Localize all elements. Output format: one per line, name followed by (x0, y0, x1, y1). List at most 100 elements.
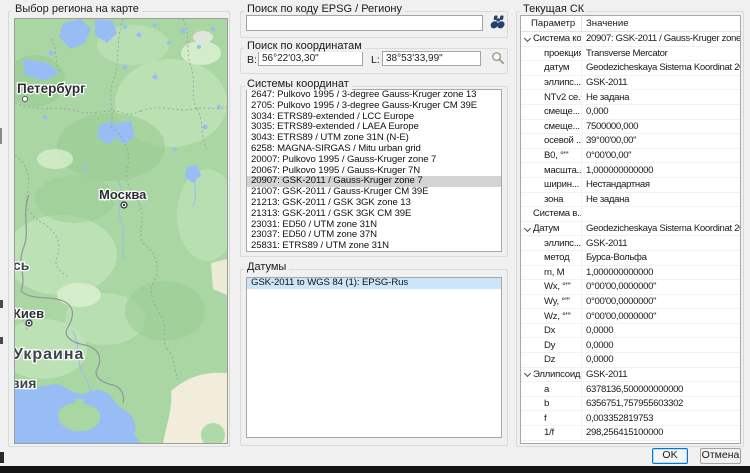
datum-list[interactable]: GSK-2011 to WGS 84 (1): EPSG-Rus (246, 277, 502, 438)
list-item[interactable]: 6258: MAGNA-SIRGAS / Mitu urban grid (247, 144, 501, 155)
param-name: эллипс... (544, 238, 581, 249)
longitude-input[interactable] (382, 51, 481, 66)
current-crs-rows: Система ко...20907: GSK-2011 / Gauss-Kru… (521, 32, 740, 444)
current-crs-table-header: Параметр Значение (521, 16, 740, 32)
list-item[interactable]: GSK-2011 to WGS 84 (1): EPSG-Rus (247, 278, 501, 289)
param-name: Wx, °'" (544, 281, 571, 292)
chevron-down-icon[interactable] (523, 34, 532, 43)
param-row[interactable]: зона Не задана (521, 193, 740, 208)
param-row[interactable]: ДатумGeodezicheskaya Sistema Koordinat 2… (521, 222, 740, 237)
param-value: 0°00'00,0000000" (582, 281, 740, 292)
param-name: 1/f (544, 427, 554, 438)
cancel-button[interactable]: Отмена (700, 448, 741, 464)
param-value: GSK-2011 (582, 77, 740, 88)
param-row[interactable]: f 0,003352819753 (521, 411, 740, 426)
param-row[interactable]: B0, °'"0°00'00,00" (521, 149, 740, 164)
param-value: 39°00'00,00" (582, 135, 740, 146)
chevron-down-icon[interactable] (523, 370, 532, 379)
param-row[interactable]: эллипс...GSK-2011 (521, 236, 740, 251)
coord-search-button[interactable] (491, 51, 505, 65)
screen-edge-artifact (0, 128, 2, 144)
map-label-belarus-part: сь (15, 257, 30, 273)
column-header-value[interactable]: Значение (582, 16, 629, 31)
param-name: Wy, °'" (544, 296, 570, 307)
column-header-parameter[interactable]: Параметр (521, 16, 582, 31)
list-item[interactable]: 21007: GSK-2011 / Gauss-Kruger CM 39E (247, 187, 501, 198)
map-label-ukraine: Украина (15, 346, 84, 363)
param-row[interactable]: e0,081819301547 (521, 441, 740, 444)
list-item[interactable]: 2647: Pulkovo 1995 / 3-degree Gauss-Krug… (247, 90, 501, 101)
param-value: 1,000000000000 (582, 165, 740, 176)
latitude-label: B: (247, 54, 257, 66)
list-item[interactable]: 20007: Pulkovo 1995 / Gauss-Kruger zone … (247, 155, 501, 166)
param-row[interactable]: Система в... (521, 207, 740, 222)
crs-list[interactable]: 2647: Pulkovo 1995 / 3-degree Gauss-Krug… (246, 89, 502, 252)
param-row[interactable]: NTv2 се...Не задана (521, 90, 740, 105)
param-row[interactable]: Wx, °'" 0°00'00,0000000" (521, 280, 740, 295)
list-item[interactable]: 3043: ETRS89 / UTM zone 31N (N-E) (247, 133, 501, 144)
param-name: проекция (544, 48, 582, 59)
param-row[interactable]: проекцияTransverse Mercator (521, 47, 740, 62)
param-value: 0,003352819753 (582, 413, 740, 424)
binoculars-search-button[interactable] (488, 14, 506, 31)
epsg-search-title: Поиск по коду EPSG / Региону (244, 3, 405, 15)
region-map[interactable]: Петербург Москва сь Киев Украина вия (14, 18, 228, 444)
param-row[interactable]: смеще...7500000,000 (521, 120, 740, 135)
latitude-input[interactable] (258, 51, 363, 66)
param-row[interactable]: 1/f298,256415100000 (521, 426, 740, 441)
param-name: Система ко... (533, 33, 582, 44)
param-row[interactable]: методБурса-Вольфа (521, 251, 740, 266)
param-name: NTv2 се... (544, 92, 582, 103)
datums-title: Датумы (244, 261, 289, 273)
param-row[interactable]: эллипс...GSK-2011 (521, 76, 740, 91)
param-value: Нестандартная (582, 179, 740, 190)
list-item[interactable]: 21313: GSK-2011 / GSK 3GK CM 39E (247, 209, 501, 220)
map-label-kiev: Киев (15, 306, 44, 321)
param-row[interactable]: a6378136,500000000000 (521, 382, 740, 397)
param-row[interactable]: b6356751,757955603302 (521, 397, 740, 412)
param-row[interactable]: осевой ...39°00'00,00" (521, 134, 740, 149)
param-name: ширин... (544, 179, 579, 190)
param-row[interactable]: m, M1,000000000000 (521, 266, 740, 281)
param-row[interactable]: Dy0,0000 (521, 338, 740, 353)
param-name: датум (544, 62, 569, 73)
param-row[interactable]: Dz0,0000 (521, 353, 740, 368)
list-item[interactable]: 3035: ETRS89-extended / LAEA Europe (247, 122, 501, 133)
param-row[interactable]: Система ко...20907: GSK-2011 / Gauss-Kru… (521, 32, 740, 47)
param-value: 0,0000 (582, 340, 740, 351)
param-name: зона (544, 194, 563, 205)
crs-list-title: Системы координат (244, 78, 352, 90)
list-item[interactable]: 3034: ETRS89-extended / LCC Europe (247, 112, 501, 123)
current-crs-table[interactable]: Параметр Значение Система ко...20907: GS… (520, 15, 741, 444)
param-row[interactable]: ЭллипсоидGSK-2011 (521, 368, 740, 383)
param-name: f (544, 413, 546, 424)
petersburg-marker-icon (22, 96, 27, 101)
param-value: Не задана (582, 194, 740, 205)
param-name: Dx (544, 325, 555, 336)
param-row[interactable]: Wz, °'"0°00'00,0000000" (521, 309, 740, 324)
param-value: 6356751,757955603302 (582, 398, 740, 409)
param-row[interactable]: смеще...0,000 (521, 105, 740, 120)
screen-edge-artifact (0, 337, 3, 344)
param-value: 0,000 (582, 106, 740, 117)
param-row[interactable]: масшта...1,000000000000 (521, 163, 740, 178)
list-item[interactable]: 20067: Pulkovo 1995 / Gauss-Kruger 7N (247, 166, 501, 177)
epsg-search-input[interactable] (246, 15, 483, 31)
crs-selection-dialog: Выбор региона на карте (0, 0, 750, 473)
param-name: Dz (544, 354, 555, 365)
param-value: Geodezicheskaya Sistema Koordinat 2011 (582, 62, 740, 73)
param-row[interactable]: датум Geodezicheskaya Sistema Koordinat 2… (521, 61, 740, 76)
list-item[interactable]: 25831: ETRS89 / UTM zone 31N (247, 241, 501, 252)
list-item[interactable]: 23031: ED50 / UTM zone 31N (247, 220, 501, 231)
param-row[interactable]: Wy, °'"0°00'00,0000000" (521, 295, 740, 310)
list-item[interactable]: 23037: ED50 / UTM zone 37N (247, 230, 501, 241)
coord-search-title: Поиск по координатам (244, 40, 365, 52)
list-item[interactable]: 20907: GSK-2011 / Gauss-Kruger zone 7 (247, 176, 501, 187)
chevron-down-icon[interactable] (523, 224, 532, 233)
param-row[interactable]: Dx0,0000 (521, 324, 740, 339)
param-row[interactable]: ширин...Нестандартная (521, 178, 740, 193)
ok-button[interactable]: OK (652, 448, 688, 464)
param-value: Transverse Mercator (582, 48, 740, 59)
list-item[interactable]: 21213: GSK-2011 / GSK 3GK zone 13 (247, 198, 501, 209)
list-item[interactable]: 2705: Pulkovo 1995 / 3-degree Gauss-Krug… (247, 101, 501, 112)
